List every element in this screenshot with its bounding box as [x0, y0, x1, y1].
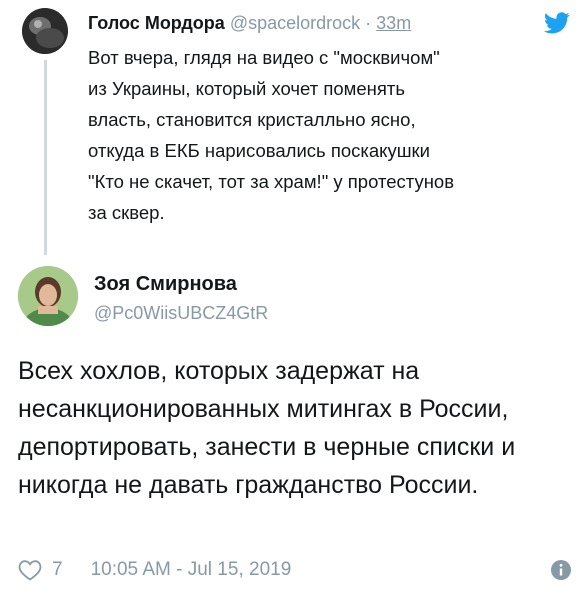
reply-avatar[interactable]: [18, 266, 78, 326]
reply-author-handle[interactable]: @Pc0WiisUBCZ4GtR: [94, 300, 268, 326]
parent-avatar[interactable]: [22, 8, 68, 54]
info-icon[interactable]: [550, 559, 572, 581]
tweet-timestamp[interactable]: 10:05 AM - Jul 15, 2019: [91, 559, 292, 581]
parent-avatar-image: [22, 8, 68, 54]
parent-header-separator: ·: [365, 13, 372, 33]
reply-tweet-text: Всех хохлов, которых задержат на несанкц…: [18, 357, 516, 499]
tweet-footer: 7 10:05 AM - Jul 15, 2019: [18, 555, 572, 585]
heart-icon[interactable]: [18, 559, 42, 581]
parent-tweet-text: Вот вчера, глядя на видео с "москвичом" …: [88, 47, 455, 223]
reply-avatar-image: [18, 266, 78, 326]
twitter-bird-icon[interactable]: [544, 12, 570, 34]
like-count: 7: [52, 559, 63, 580]
parent-author-name[interactable]: Голос Мордора: [88, 13, 225, 33]
parent-author-handle[interactable]: @spacelordrock: [230, 13, 360, 33]
parent-tweet-time[interactable]: 33m: [376, 13, 411, 33]
thread-connector-line: [44, 60, 47, 255]
parent-tweet-header: Голос Мордора @spacelordrock · 33m: [88, 10, 536, 36]
reply-author-name[interactable]: Зоя Смирнова: [94, 270, 237, 298]
